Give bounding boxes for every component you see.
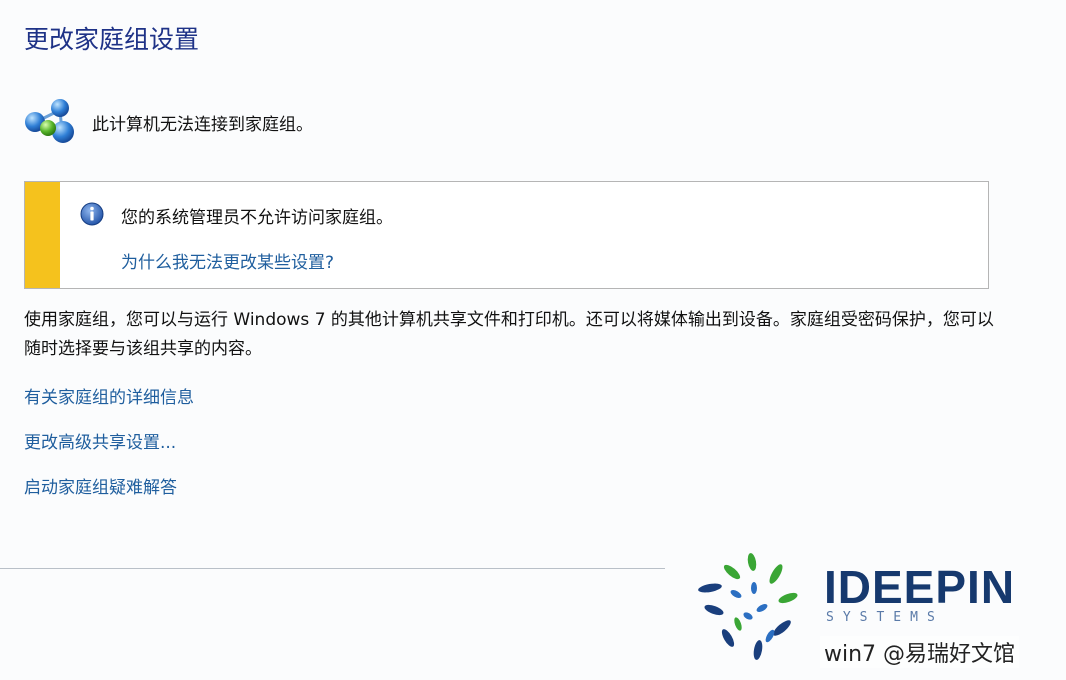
homegroup-description: 使用家庭组，您可以与运行 Windows 7 的其他计算机共享文件和打印机。还可… [24,310,994,359]
troubleshoot-link[interactable]: 启动家庭组疑难解答 [24,474,194,519]
homegroup-info-link[interactable]: 有关家庭组的详细信息 [24,384,194,429]
homegroup-status: 此计算机无法连接到家庭组。 [22,96,313,148]
why-cant-change-link[interactable]: 为什么我无法更改某些设置? [121,248,334,273]
status-text: 此计算机无法连接到家庭组。 [92,114,313,135]
watermark-subtitle: SYSTEMS [826,610,944,625]
advanced-sharing-link[interactable]: 更改高级共享设置... [24,429,194,474]
homegroup-icon [25,99,74,143]
watermark: IDEEPIN SYSTEMS win7 @易瑞好文馆 [692,550,1062,678]
admin-notice: 您的系统管理员不允许访问家庭组。 为什么我无法更改某些设置? [24,181,989,289]
ideepin-logo-icon [698,553,798,660]
links-list: 有关家庭组的详细信息 更改高级共享设置... 启动家庭组疑难解答 [24,384,194,519]
watermark-caption: win7 @易瑞好文馆 [820,636,1020,668]
notice-stripe [25,182,60,288]
page-title: 更改家庭组设置 [24,25,200,54]
divider [0,568,665,569]
info-icon [80,202,104,226]
notice-message: 您的系统管理员不允许访问家庭组。 [121,208,393,228]
watermark-brand: IDEEPIN [824,561,1016,613]
